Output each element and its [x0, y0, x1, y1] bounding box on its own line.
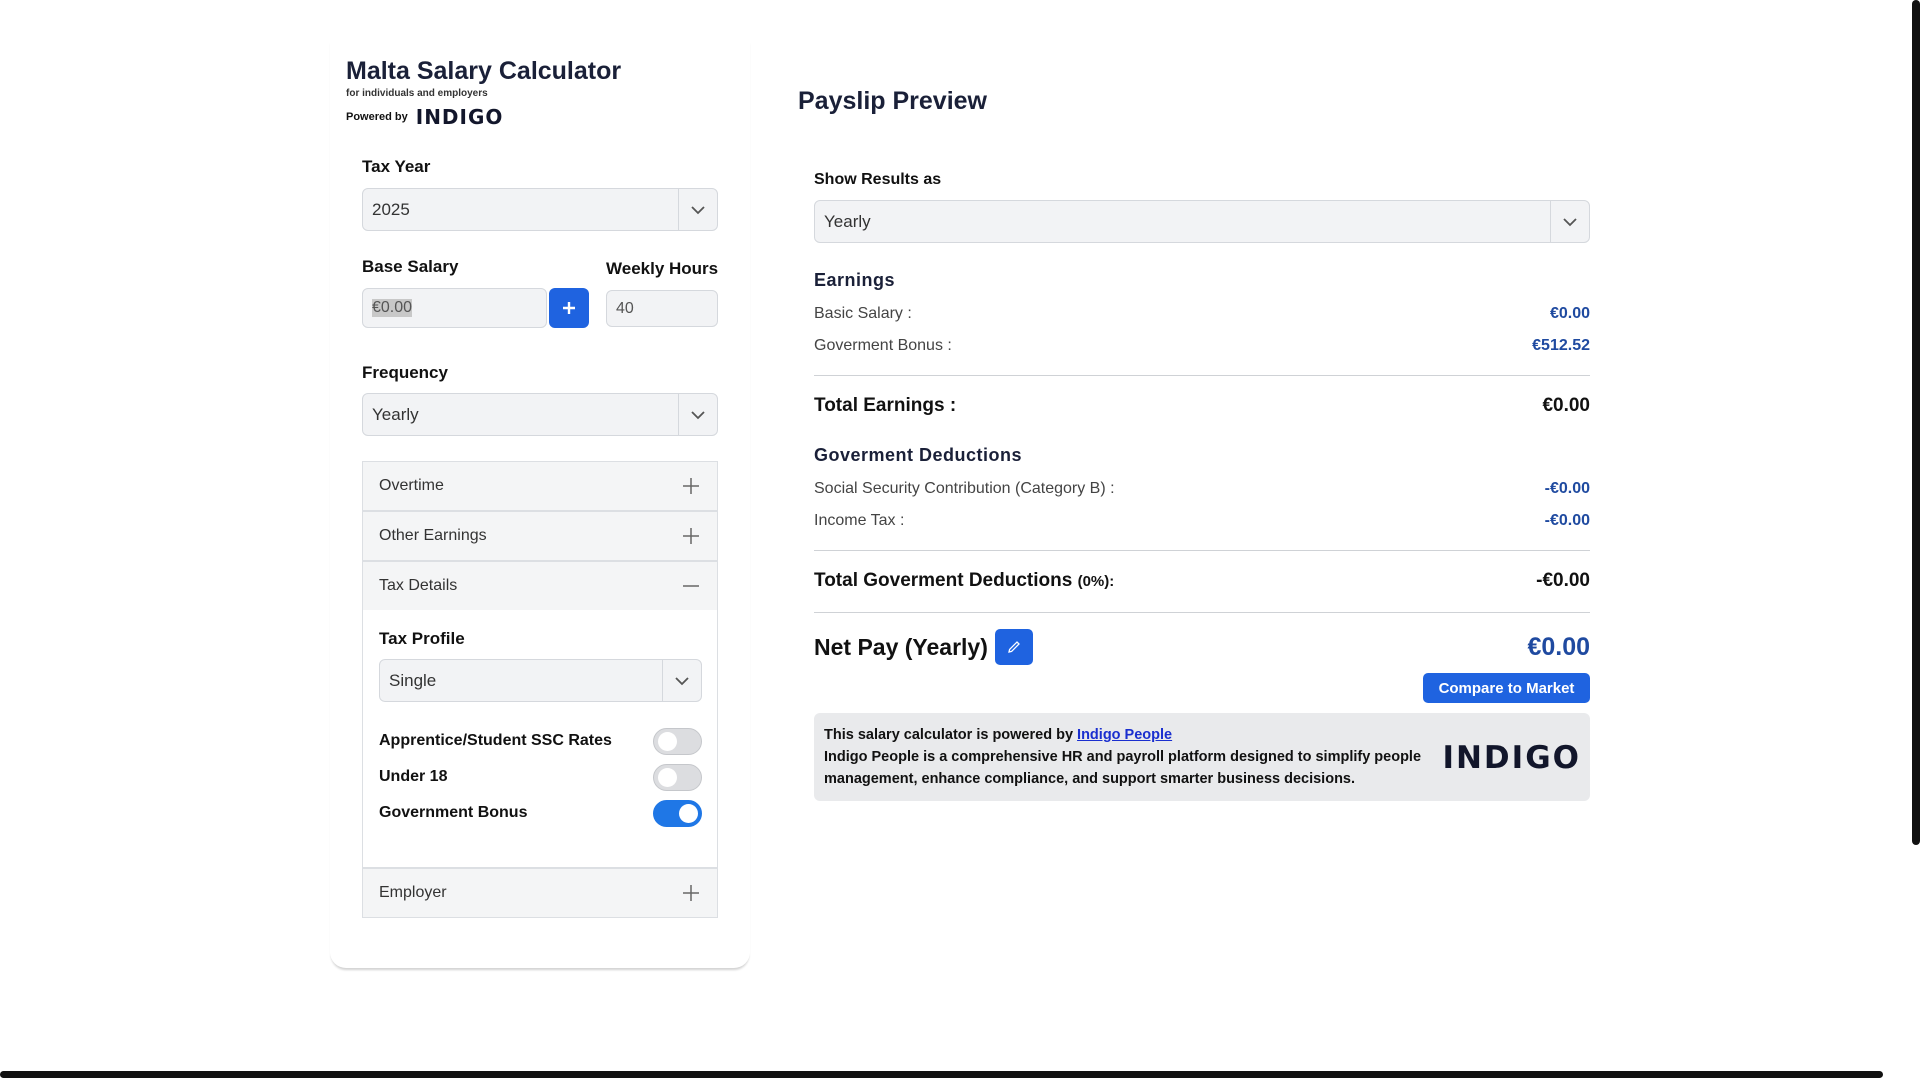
frequency-value: Yearly: [363, 394, 679, 435]
ssc-row: Social Security Contribution (Category B…: [814, 480, 1590, 498]
promo-line1: This salary calculator is powered by: [824, 727, 1074, 743]
overtime-label: Overtime: [379, 477, 444, 494]
chevron-down-icon: [1551, 201, 1589, 242]
under18-toggle-row: Under 18: [379, 763, 702, 791]
indigo-logo[interactable]: INDIGO: [416, 105, 504, 129]
plus-icon: [683, 528, 699, 544]
payslip-preview-title: Payslip Preview: [798, 87, 988, 115]
minus-icon: [683, 585, 699, 587]
plus-icon: [683, 478, 699, 494]
income-tax-label: Income Tax :: [814, 512, 905, 529]
indigo-logo: INDIGO: [1442, 740, 1581, 776]
employer-accordion[interactable]: Employer: [362, 868, 718, 918]
total-earnings-amount: €0.00: [1542, 395, 1590, 416]
net-pay-amount: €0.00: [1527, 632, 1590, 661]
tax-profile-value: Single: [380, 660, 663, 701]
gov-bonus-label: Government Bonus: [379, 804, 528, 821]
divider: [814, 612, 1590, 613]
base-salary-label: Base Salary: [362, 257, 459, 276]
promo-banner: This salary calculator is powered by Ind…: [814, 713, 1590, 801]
plus-icon: [683, 885, 699, 901]
earnings-title: Earnings: [814, 270, 896, 290]
ssc-label: Social Security Contribution (Category B…: [814, 480, 1115, 497]
weekly-hours-label: Weekly Hours: [606, 259, 719, 278]
powered-by: Powered by INDIGO: [346, 105, 621, 129]
app-title: Malta Salary Calculator: [346, 57, 622, 85]
divider: [814, 375, 1590, 376]
tax-details-label: Tax Details: [379, 577, 458, 594]
other-earnings-accordion[interactable]: Other Earnings: [362, 511, 718, 561]
overtime-accordion[interactable]: Overtime: [362, 461, 718, 511]
total-earnings-row: Total Earnings : €0.00: [814, 395, 1590, 417]
toggle-knob: [658, 767, 677, 787]
total-deductions-amount: -€0.00: [1536, 570, 1590, 591]
base-salary-value: €0.00: [372, 299, 413, 317]
weekly-hours-input[interactable]: 40: [606, 290, 718, 327]
total-deductions-row: Total Goverment Deductions (0%): -€0.00: [814, 570, 1590, 592]
show-results-value: Yearly: [815, 201, 1551, 242]
promo-text: This salary calculator is powered by Ind…: [824, 724, 1444, 790]
gov-bonus-toggle[interactable]: [653, 799, 702, 827]
total-earnings-label: Total Earnings :: [814, 395, 957, 416]
tax-year-label: Tax Year: [362, 157, 431, 176]
under18-label: Under 18: [379, 768, 448, 785]
brand-block: Malta Salary Calculator for individuals …: [346, 56, 621, 129]
employer-label: Employer: [379, 884, 447, 901]
net-pay-label: Net Pay (Yearly): [814, 633, 988, 660]
tax-profile-select[interactable]: Single: [379, 659, 702, 702]
indigo-people-link[interactable]: Indigo People: [1077, 727, 1172, 743]
horizontal-scrollbar[interactable]: [0, 1071, 1883, 1078]
plus-icon: [563, 302, 575, 314]
chevron-down-icon: [679, 189, 717, 230]
basic-salary-row: Basic Salary : €0.00: [814, 305, 1590, 323]
toggle-knob: [658, 731, 677, 751]
compare-to-market-button[interactable]: Compare to Market: [1423, 673, 1590, 703]
base-salary-input[interactable]: €0.00: [362, 288, 547, 328]
gov-bonus-amount: €512.52: [1532, 337, 1590, 354]
powered-by-label: Powered by: [346, 111, 408, 123]
gov-bonus-row-label: Goverment Bonus :: [814, 337, 952, 354]
deductions-title: Goverment Deductions: [814, 445, 1023, 465]
tax-profile-label: Tax Profile: [379, 629, 465, 648]
gov-bonus-toggle-row: Government Bonus: [379, 799, 702, 827]
edit-net-pay-button[interactable]: [994, 629, 1033, 665]
pencil-icon: [1008, 641, 1020, 653]
apprentice-label: Apprentice/Student SSC Rates: [379, 732, 612, 749]
apprentice-toggle[interactable]: [653, 727, 702, 755]
net-pay-row: Net Pay (Yearly) €0.00: [814, 628, 1590, 666]
add-salary-button[interactable]: [549, 288, 589, 328]
apprentice-toggle-row: Apprentice/Student SSC Rates: [379, 727, 702, 755]
total-deductions-pct: (0%):: [1077, 573, 1115, 590]
app-subtitle: for individuals and employers: [346, 88, 488, 99]
vertical-scrollbar[interactable]: [1912, 0, 1920, 845]
under18-toggle[interactable]: [653, 763, 702, 791]
weekly-hours-value: 40: [616, 299, 634, 317]
show-results-select[interactable]: Yearly: [814, 200, 1590, 243]
tax-year-select[interactable]: 2025: [362, 188, 718, 231]
frequency-select[interactable]: Yearly: [362, 393, 718, 436]
other-earnings-label: Other Earnings: [379, 527, 487, 544]
promo-line2: Indigo People is a comprehensive HR and …: [824, 749, 1422, 787]
tax-year-value: 2025: [363, 189, 679, 230]
frequency-label: Frequency: [362, 363, 448, 382]
divider: [814, 550, 1590, 551]
basic-salary-amount: €0.00: [1549, 305, 1590, 322]
income-tax-row: Income Tax : -€0.00: [814, 512, 1590, 530]
ssc-amount: -€0.00: [1544, 480, 1590, 497]
chevron-down-icon: [679, 394, 717, 435]
tax-details-accordion[interactable]: Tax Details: [362, 561, 718, 611]
gov-bonus-row: Goverment Bonus : €512.52: [814, 337, 1590, 355]
page: Malta Salary Calculator for individuals …: [0, 0, 1920, 1080]
toggle-knob: [679, 803, 698, 823]
show-results-label: Show Results as: [814, 171, 942, 188]
basic-salary-label: Basic Salary :: [814, 305, 912, 322]
total-deductions-label: Total Goverment Deductions: [814, 570, 1073, 591]
chevron-down-icon: [663, 660, 701, 701]
income-tax-amount: -€0.00: [1544, 512, 1590, 529]
